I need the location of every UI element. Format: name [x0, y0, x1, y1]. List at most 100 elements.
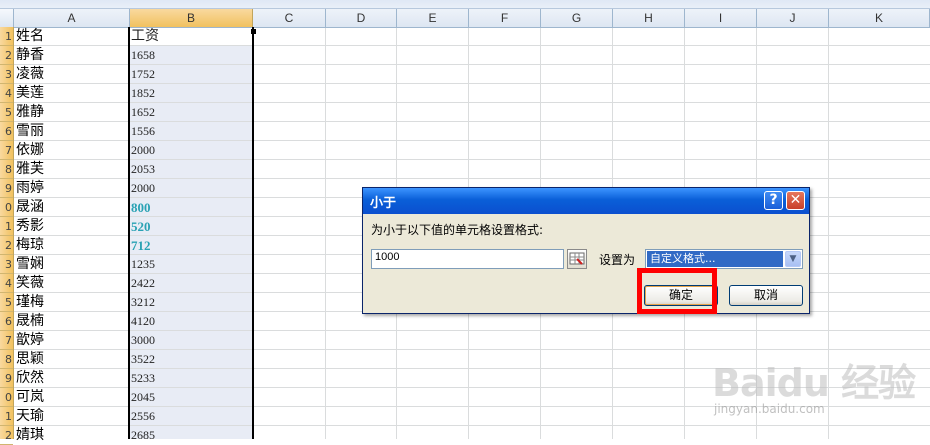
row-number[interactable]: 7	[0, 141, 13, 160]
salary-cell[interactable]: 2000	[131, 179, 251, 198]
name-cell[interactable]: 歆婷	[16, 331, 128, 350]
close-button[interactable]: ✕	[786, 191, 805, 210]
salary-cell[interactable]: 520	[131, 217, 251, 236]
row-number[interactable]: 6	[0, 122, 13, 141]
salary-cell[interactable]: 3522	[131, 350, 251, 369]
format-select[interactable]: 自定义格式... ▼	[645, 249, 803, 269]
less-than-dialog: 小于 ? ✕ 为小于以下值的单元格设置格式: 1000 设置为 自定义格式...…	[362, 187, 810, 314]
dialog-titlebar[interactable]: 小于 ? ✕	[363, 188, 809, 214]
name-cell[interactable]: 可岚	[16, 388, 128, 407]
salary-cell[interactable]: 2053	[131, 160, 251, 179]
salary-cell[interactable]: 4120	[131, 312, 251, 331]
salary-cell[interactable]: 3000	[131, 331, 251, 350]
column-header-b[interactable]: B	[130, 9, 253, 27]
name-cell[interactable]: 雨婷	[16, 179, 128, 198]
column-header-f[interactable]: F	[469, 9, 541, 27]
salary-cell[interactable]: 2685	[131, 426, 251, 445]
name-cell[interactable]: 晟涵	[16, 198, 128, 217]
salary-cell[interactable]: 712	[131, 236, 251, 255]
name-cell[interactable]: 晟楠	[16, 312, 128, 331]
row-number[interactable]: 1	[0, 27, 13, 46]
cancel-button[interactable]: 取消	[729, 285, 803, 306]
row-number[interactable]: 2	[0, 46, 13, 65]
column-header-e[interactable]: E	[397, 9, 469, 27]
name-cell[interactable]: 瑾梅	[16, 293, 128, 312]
name-cell[interactable]: 天瑜	[16, 407, 128, 426]
name-cell[interactable]: 雪丽	[16, 122, 128, 141]
row-number[interactable]: 0	[0, 198, 13, 217]
column-header-i[interactable]: I	[685, 9, 757, 27]
set-as-label: 设置为	[599, 253, 636, 267]
row-number[interactable]: 9	[0, 369, 13, 388]
salary-cell[interactable]: 5233	[131, 369, 251, 388]
selection-border-left	[128, 27, 130, 439]
dialog-title: 小于	[370, 196, 397, 211]
row-number[interactable]: 8	[0, 160, 13, 179]
dialog-prompt: 为小于以下值的单元格设置格式:	[371, 223, 544, 237]
row-number[interactable]: 8	[0, 350, 13, 369]
name-cell[interactable]: 梅琼	[16, 236, 128, 255]
row-number[interactable]: 4	[0, 274, 13, 293]
header-cell-salary[interactable]: 工资	[131, 27, 251, 46]
name-cell[interactable]: 静香	[16, 46, 128, 65]
name-cell[interactable]: 婧琪	[16, 426, 128, 445]
row-number[interactable]: 9	[0, 179, 13, 198]
column-header-a[interactable]: A	[14, 9, 130, 27]
name-cell[interactable]: 笑薇	[16, 274, 128, 293]
column-header-h[interactable]: H	[613, 9, 685, 27]
name-cell[interactable]: 雅芙	[16, 160, 128, 179]
header-top-strip	[0, 0, 930, 9]
name-cell[interactable]: 美莲	[16, 84, 128, 103]
column-header-c[interactable]: C	[253, 9, 326, 27]
format-selected-value: 自定义格式...	[647, 251, 783, 267]
watermark-url: jingyan.baidu.com	[714, 402, 825, 416]
salary-cell[interactable]: 1852	[131, 84, 251, 103]
help-button[interactable]: ?	[764, 191, 783, 210]
row-number[interactable]: 4	[0, 84, 13, 103]
name-cell[interactable]: 雅静	[16, 103, 128, 122]
salary-cell[interactable]: 800	[131, 198, 251, 217]
name-cell[interactable]: 依娜	[16, 141, 128, 160]
name-cell[interactable]: 雪娴	[16, 255, 128, 274]
row-number[interactable]: 5	[0, 293, 13, 312]
selection-border-right	[252, 27, 254, 439]
salary-cell[interactable]: 1752	[131, 65, 251, 84]
row-number[interactable]: 3	[0, 255, 13, 274]
row-number[interactable]: 5	[0, 103, 13, 122]
salary-cell[interactable]: 2556	[131, 407, 251, 426]
range-selector-icon[interactable]	[567, 249, 587, 269]
salary-cell[interactable]: 1556	[131, 122, 251, 141]
select-all-corner[interactable]	[0, 9, 14, 27]
column-header-g[interactable]: G	[541, 9, 613, 27]
row-number[interactable]: 0	[0, 388, 13, 407]
annotation-highlight-box	[637, 268, 717, 314]
row-number[interactable]: 2	[0, 426, 13, 445]
name-cell[interactable]: 凌薇	[16, 65, 128, 84]
fill-handle[interactable]	[251, 29, 256, 34]
row-number[interactable]: 1	[0, 217, 13, 236]
row-number[interactable]: 6	[0, 312, 13, 331]
threshold-value-input[interactable]: 1000	[371, 249, 564, 269]
salary-cell[interactable]: 1235	[131, 255, 251, 274]
salary-cell[interactable]: 3212	[131, 293, 251, 312]
column-header-d[interactable]: D	[326, 9, 397, 27]
chevron-down-icon[interactable]: ▼	[785, 251, 801, 267]
salary-cell[interactable]: 1652	[131, 103, 251, 122]
row-number[interactable]: 2	[0, 236, 13, 255]
name-cell[interactable]: 欣然	[16, 369, 128, 388]
column-header-k[interactable]: K	[829, 9, 930, 27]
salary-cell[interactable]: 2045	[131, 388, 251, 407]
name-cell[interactable]: 秀影	[16, 217, 128, 236]
name-cell[interactable]: 思颖	[16, 350, 128, 369]
column-header-j[interactable]: J	[757, 9, 829, 27]
salary-cell[interactable]: 1658	[131, 46, 251, 65]
watermark-logo: Baidu 经验	[712, 361, 916, 405]
salary-cell[interactable]: 2422	[131, 274, 251, 293]
salary-cell[interactable]: 2000	[131, 141, 251, 160]
row-number[interactable]: 1	[0, 407, 13, 426]
row-number[interactable]: 7	[0, 331, 13, 350]
column-header-bar: ABCDEFGHIJK	[0, 0, 930, 28]
header-cell-name[interactable]: 姓名	[16, 27, 128, 46]
row-header-strip[interactable]: 1234567890123456789012	[0, 27, 14, 445]
row-number[interactable]: 3	[0, 65, 13, 84]
